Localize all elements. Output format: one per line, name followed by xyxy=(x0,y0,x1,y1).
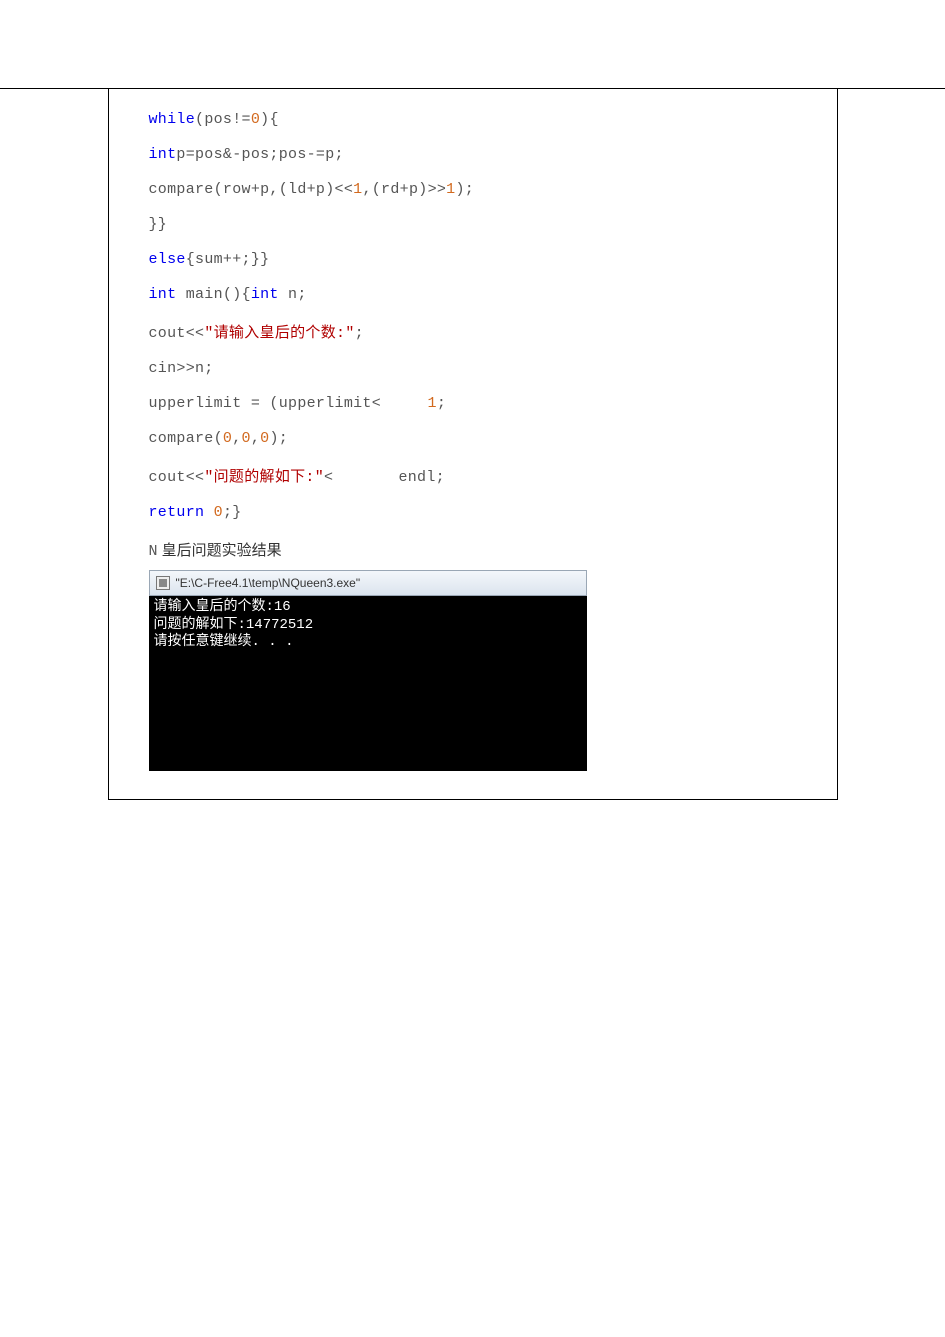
code-text xyxy=(204,504,213,521)
code-line-4: }} xyxy=(149,216,797,233)
code-number: 0 xyxy=(214,504,223,521)
code-line-7: cout<<"请输入皇后的个数:"; xyxy=(149,321,797,342)
console-body: 请输入皇后的个数:16 问题的解如下:14772512 请按任意键继续. . . xyxy=(149,596,587,771)
code-line-1: while(pos!=0){ xyxy=(149,111,797,128)
code-string: "问题的解如下:" xyxy=(204,469,324,486)
code-text: ; xyxy=(355,325,364,342)
code-line-11: cout<<"问题的解如下:"< endl; xyxy=(149,465,797,486)
code-text: (pos!= xyxy=(195,111,251,128)
code-line-10: compare(0,0,0); xyxy=(149,430,797,447)
code-text: ){ xyxy=(260,111,279,128)
code-text: n; xyxy=(279,286,307,303)
code-text: p=pos&-pos;pos-=p; xyxy=(176,146,343,163)
code-text: main(){ xyxy=(176,286,250,303)
top-divider xyxy=(0,88,945,89)
code-text: ); xyxy=(269,430,288,447)
code-line-3: compare(row+p,(ld+p)<<1,(rd+p)>>1); xyxy=(149,181,797,198)
code-string: "请输入皇后的个数:" xyxy=(204,325,354,342)
keyword-else: else xyxy=(149,251,186,268)
content-area: while(pos!=0){ intp=pos&-pos;pos-=p; com… xyxy=(149,111,797,771)
console-line: 问题的解如下:14772512 xyxy=(154,617,314,633)
code-text: cin>>n; xyxy=(149,360,214,377)
console-title: "E:\C-Free4.1\temp\NQueen3.exe" xyxy=(176,576,361,590)
code-number: 0 xyxy=(251,111,260,128)
code-line-2: intp=pos&-pos;pos-=p; xyxy=(149,146,797,163)
code-number: 0 xyxy=(242,430,251,447)
code-text: compare( xyxy=(149,430,223,447)
code-text: cout<< xyxy=(149,325,205,342)
keyword-int: int xyxy=(149,286,177,303)
result-heading: N 皇后问题实验结果 xyxy=(149,539,797,560)
code-text: ; xyxy=(437,395,446,412)
label-n: N xyxy=(149,543,158,560)
code-text: ;} xyxy=(223,504,242,521)
code-text: ); xyxy=(455,181,474,198)
code-text: , xyxy=(232,430,241,447)
code-line-6: int main(){int n; xyxy=(149,286,797,303)
label-rest: 皇后问题实验结果 xyxy=(158,542,282,559)
code-text: compare(row+p,(ld+p)<< xyxy=(149,181,354,198)
console-line: 请输入皇后的个数:16 xyxy=(154,599,291,615)
keyword-int: int xyxy=(149,146,177,163)
code-text: ,(rd+p)>> xyxy=(362,181,446,198)
code-number: 1 xyxy=(428,395,437,412)
code-line-5: else{sum++;}} xyxy=(149,251,797,268)
code-line-12: return 0;} xyxy=(149,504,797,521)
keyword-while: while xyxy=(149,111,196,128)
keyword-int: int xyxy=(251,286,279,303)
code-text: upperlimit = (upperlimit< xyxy=(149,395,428,412)
code-text: < endl; xyxy=(324,469,445,486)
console-window: "E:\C-Free4.1\temp\NQueen3.exe" 请输入皇后的个数… xyxy=(149,570,587,771)
code-line-8: cin>>n; xyxy=(149,360,797,377)
app-icon xyxy=(156,576,170,590)
page-frame: while(pos!=0){ intp=pos&-pos;pos-=p; com… xyxy=(108,88,838,800)
code-number: 0 xyxy=(223,430,232,447)
code-text: cout<< xyxy=(149,469,205,486)
code-text: }} xyxy=(149,216,168,233)
code-text: , xyxy=(251,430,260,447)
console-line: 请按任意键继续. . . xyxy=(154,634,294,650)
console-titlebar: "E:\C-Free4.1\temp\NQueen3.exe" xyxy=(149,570,587,596)
code-text: {sum++;}} xyxy=(186,251,270,268)
code-line-9: upperlimit = (upperlimit< 1; xyxy=(149,395,797,412)
keyword-return: return xyxy=(149,504,205,521)
